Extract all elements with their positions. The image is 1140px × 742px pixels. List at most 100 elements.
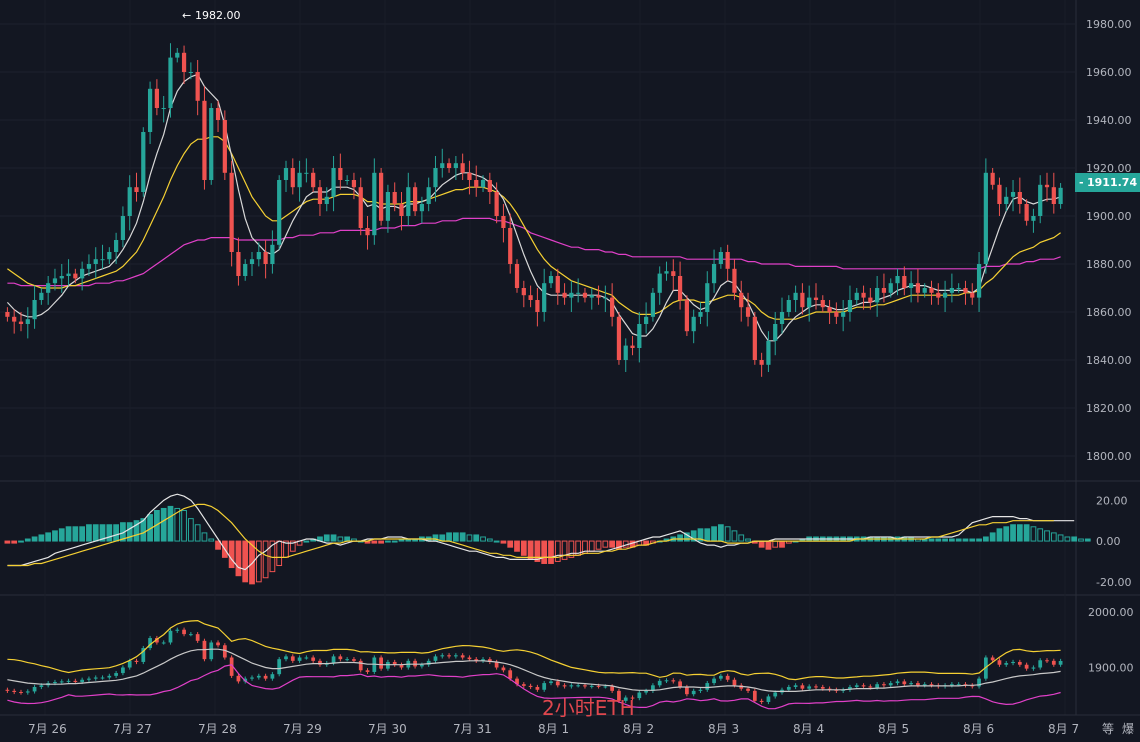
- macd-histogram-bar: [31, 536, 38, 542]
- candle-body: [120, 216, 126, 240]
- high-price-label: 1982.00: [195, 9, 241, 22]
- candle-body: [52, 278, 58, 284]
- macd-histogram-bar: [541, 540, 548, 564]
- price-tick-label: 1800.00: [1086, 450, 1132, 463]
- candle-body: [433, 168, 438, 188]
- candle-body: [1010, 192, 1016, 197]
- macd-histogram-bar: [378, 540, 384, 544]
- candle-body: [474, 180, 479, 188]
- bollinger-candle-body: [528, 685, 533, 687]
- candle-body: [800, 292, 805, 308]
- macd-histogram-bar: [1057, 534, 1064, 542]
- corner-controls[interactable]: 等 爆: [1102, 722, 1134, 736]
- candle-body: [929, 288, 934, 293]
- bollinger-candle-body: [596, 685, 601, 687]
- bollinger-candle-body: [263, 675, 268, 679]
- macd-histogram-bar: [79, 526, 86, 542]
- candle-body: [562, 292, 567, 298]
- candle-body: [596, 295, 601, 298]
- macd-histogram-bar: [480, 536, 486, 542]
- macd-histogram-bar: [330, 534, 337, 542]
- bollinger-candle-body: [447, 655, 451, 657]
- bollinger-candle-body: [87, 678, 91, 680]
- candle-body: [324, 196, 329, 204]
- candle-body: [161, 108, 166, 109]
- bollinger-candle-body: [861, 685, 866, 687]
- macd-histogram-bar: [949, 538, 955, 542]
- candle-body: [949, 288, 954, 293]
- candle-body: [569, 292, 574, 298]
- bollinger-candle-body: [576, 685, 581, 687]
- macd-histogram-bar: [561, 540, 568, 560]
- candle-body: [664, 271, 669, 274]
- bollinger-candle-body: [1004, 663, 1009, 665]
- macd-histogram-bar: [18, 540, 24, 543]
- bollinger-candle-body: [909, 683, 913, 685]
- bollinger-candle-body: [1031, 667, 1036, 669]
- candle-body: [351, 180, 357, 188]
- candle-body: [181, 52, 187, 72]
- bollinger-candle-body: [644, 690, 648, 693]
- candle-body: [508, 228, 513, 264]
- macd-histogram-bar: [466, 534, 473, 542]
- bollinger-candle-body: [352, 659, 356, 661]
- macd-histogram-bar: [106, 524, 113, 542]
- bollinger-candle-body: [209, 642, 214, 660]
- candle-body: [12, 316, 17, 322]
- macd-histogram-bar: [514, 540, 520, 552]
- candle-body: [684, 300, 689, 332]
- macd-histogram-bar: [1071, 536, 1078, 542]
- settings-icon[interactable]: 等: [1102, 722, 1114, 736]
- candle-body: [243, 264, 248, 276]
- bollinger-candle-body: [453, 655, 458, 657]
- bollinger-candle-body: [732, 679, 737, 686]
- macd-histogram-bar: [758, 540, 765, 548]
- bollinger-candle-body: [1011, 661, 1015, 664]
- price-tick-label: 1900.00: [1086, 210, 1132, 223]
- macd-histogram-bar: [126, 522, 133, 542]
- bollinger-candle-body: [997, 660, 1002, 665]
- macd-histogram-bar: [507, 540, 514, 548]
- bollinger-candle-body: [5, 689, 10, 691]
- macd-histogram-bar: [520, 540, 527, 556]
- candle-body: [793, 292, 798, 300]
- candle-body: [419, 204, 424, 212]
- candle-body: [745, 307, 751, 317]
- candle-body: [834, 312, 839, 317]
- bollinger-candle-body: [562, 685, 567, 687]
- candle-body: [677, 276, 683, 300]
- bollinger-candle-body: [1024, 664, 1029, 669]
- macd-histogram-bar: [588, 540, 595, 552]
- macd-histogram-bar: [371, 540, 378, 544]
- macd-histogram-bar: [276, 540, 283, 567]
- candle-body: [331, 168, 336, 197]
- macd-histogram-bar: [1003, 526, 1010, 542]
- macd-histogram-bar: [989, 532, 996, 542]
- candle-body: [671, 271, 676, 276]
- bollinger-candle-body: [59, 681, 64, 683]
- candle-body: [501, 216, 506, 228]
- candle-body: [372, 172, 377, 236]
- time-tick-label: 7月 29: [283, 722, 322, 736]
- bollinger-candle-body: [80, 679, 85, 682]
- candle-body: [100, 259, 105, 261]
- bollinger-candle-body: [1017, 661, 1022, 665]
- macd-histogram-bar: [11, 540, 18, 544]
- last-price-label: 1911.74: [1087, 176, 1137, 189]
- bollinger-candle-body: [854, 685, 859, 687]
- macd-histogram-bar: [935, 538, 942, 542]
- macd-histogram-bar: [711, 526, 717, 542]
- bollinger-candle-body: [929, 684, 934, 686]
- bollinger-candle-body: [603, 686, 608, 688]
- candle-body: [705, 283, 710, 312]
- macd-histogram-bar: [1084, 538, 1091, 542]
- candle-body: [25, 319, 30, 324]
- bollinger-candle-body: [311, 657, 316, 661]
- last-price-tag[interactable]: - 1911.74: [1075, 173, 1140, 192]
- candle-body: [277, 180, 282, 245]
- bollinger-candle-body: [73, 680, 78, 682]
- bollinger-candle-body: [297, 657, 302, 661]
- liquidation-icon[interactable]: 爆: [1122, 722, 1134, 736]
- candle-body: [990, 172, 995, 185]
- candle-body: [827, 307, 832, 312]
